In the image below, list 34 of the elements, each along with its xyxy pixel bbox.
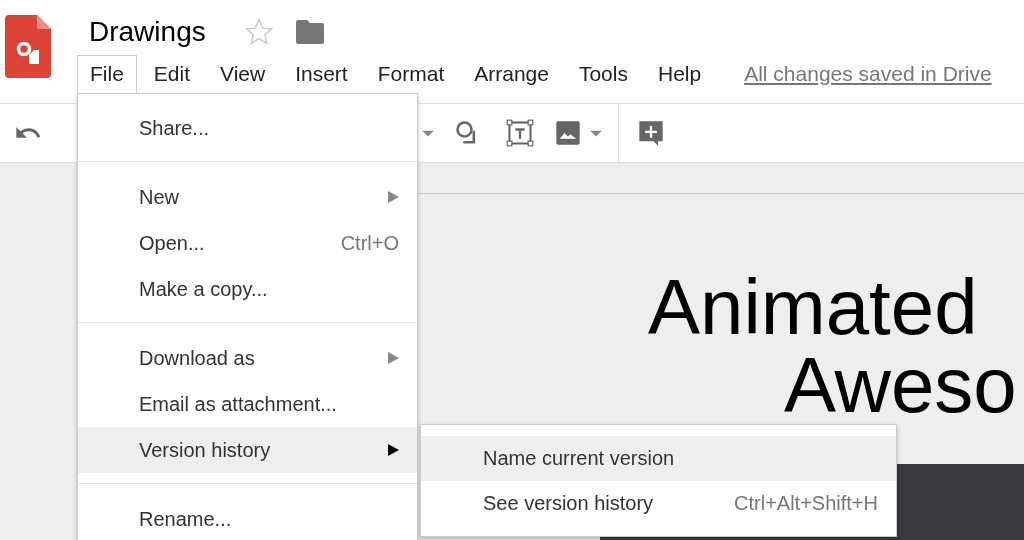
menu-option[interactable]: Download as: [78, 335, 417, 381]
menu-option[interactable]: Rename...: [78, 496, 417, 540]
menu-item[interactable]: Insert: [282, 55, 361, 93]
option-label: Email as attachment...: [139, 392, 337, 416]
option-label: Share...: [139, 116, 210, 140]
option-label: See version history: [483, 492, 654, 515]
menu-item[interactable]: Arrange: [461, 55, 562, 93]
option-label: Open...: [139, 231, 205, 255]
menu-option[interactable]: New: [78, 174, 417, 220]
option-label: Rename...: [139, 507, 232, 531]
option-label: Make a copy...: [139, 277, 268, 301]
menu-item[interactable]: File: [77, 55, 137, 93]
shortcut-text: Ctrl+Alt+Shift+H: [734, 492, 878, 515]
menu-item[interactable]: Format: [364, 55, 458, 93]
menu-option[interactable]: Name current version: [421, 436, 896, 481]
menu-option[interactable]: See version history Ctrl+Alt+Shift+H: [421, 481, 896, 526]
slide-title: Aweso: [784, 346, 1017, 424]
menu-item[interactable]: Edit: [140, 55, 204, 93]
menu-item[interactable]: View: [207, 55, 279, 93]
menu-option[interactable]: Make a copy...: [78, 266, 417, 312]
document-title[interactable]: Drawings: [89, 16, 206, 48]
option-label: Download as: [139, 346, 255, 370]
menu-item[interactable]: Tools: [565, 55, 641, 93]
shortcut-text: Ctrl+O: [340, 231, 399, 255]
menu-option[interactable]: Email as attachment...: [78, 381, 417, 427]
option-label: Version history: [139, 438, 271, 462]
menu-option[interactable]: Version history: [78, 427, 417, 473]
option-label: Name current version: [483, 447, 675, 470]
slide-title: Animated: [648, 268, 978, 346]
save-status-link[interactable]: All changes saved in Drive: [744, 62, 992, 86]
menu-item[interactable]: Help: [644, 55, 715, 93]
option-label: New: [139, 185, 179, 209]
menu-option[interactable]: Share...: [78, 105, 417, 151]
menu-option[interactable]: Open... Ctrl+O: [78, 220, 417, 266]
